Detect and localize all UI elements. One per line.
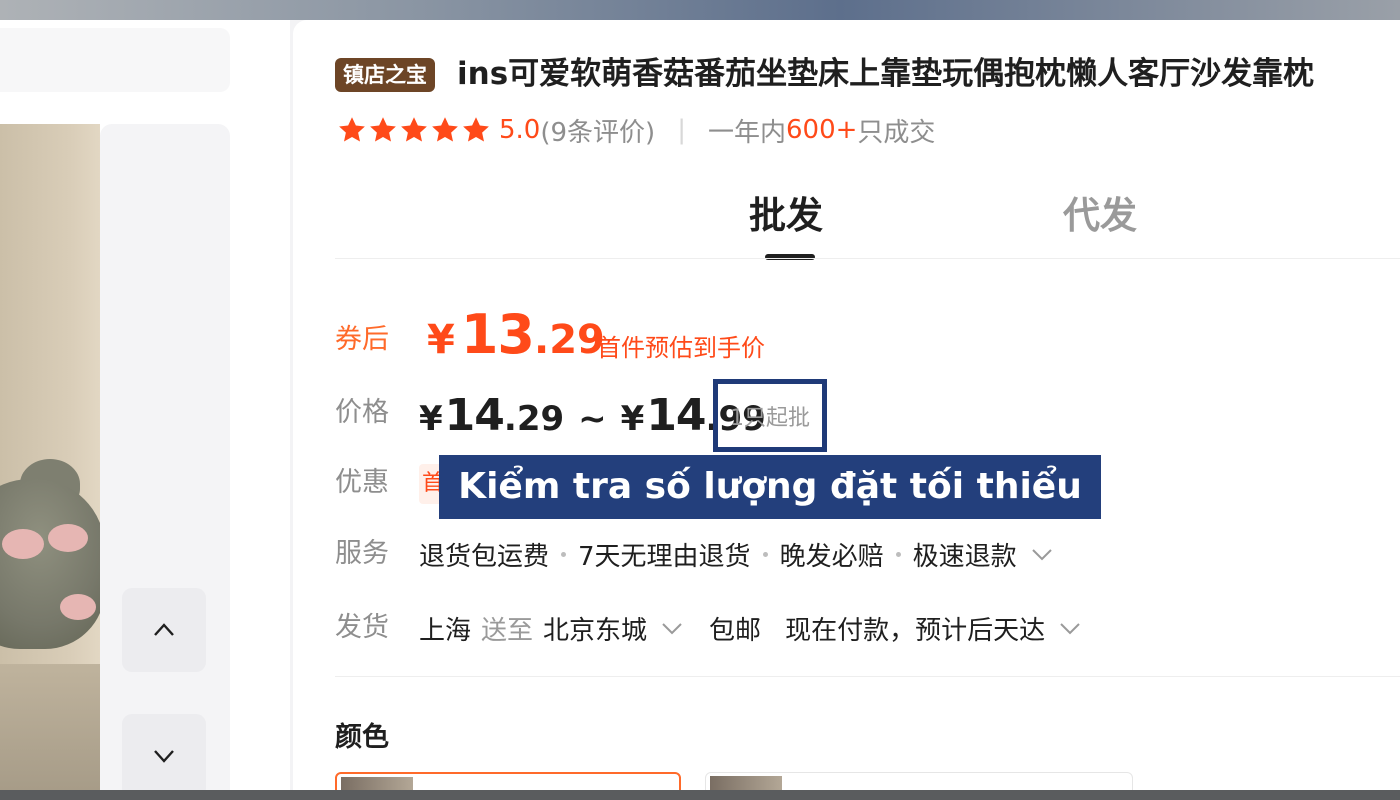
review-count-link[interactable]: (9条评价) (540, 112, 655, 149)
video-caption: Kiểm tra số lượng đặt tối thiểu (439, 455, 1101, 519)
service-list[interactable]: 退货包运费 7天无理由退货 晚发必赔 极速退款 (419, 535, 1055, 573)
screenshot-frame: 镇店之宝 ins可爱软萌香菇番茄坐垫床上靠垫玩偶抱枕懒人客厅沙发靠枕 5.0 (… (0, 20, 1400, 790)
gallery-top-bar (0, 28, 230, 92)
separator-dot (762, 551, 768, 557)
currency-symbol: ¥ (427, 317, 455, 363)
thumbnail-up-button[interactable] (122, 588, 206, 672)
ship-from: 上海 (419, 615, 472, 646)
coupon-price-integer: 13 (460, 303, 535, 366)
chevron-down-icon (1031, 549, 1052, 561)
star-icon (339, 117, 365, 142)
window-top-strip (0, 0, 1400, 20)
color-option-thumbnail (341, 777, 413, 790)
chevron-down-icon (1060, 623, 1080, 635)
chevron-up-icon (154, 623, 174, 636)
store-treasure-badge: 镇店之宝 (335, 58, 435, 92)
star-icon (370, 117, 396, 142)
services-expand-button[interactable] (1029, 541, 1055, 567)
service-item: 晚发必赔 (779, 541, 884, 572)
ship-destination[interactable]: 北京东城 (543, 610, 647, 647)
price-label: 价格 (335, 397, 389, 428)
color-section-label: 颜色 (335, 722, 389, 753)
star-icon (401, 117, 427, 142)
min-order-highlight: 1只起批 (713, 379, 827, 452)
eta-expand-button[interactable] (1057, 615, 1083, 641)
coupon-price-decimal: .29 (534, 317, 605, 363)
tab-dropship[interactable]: 代发 (1063, 192, 1137, 240)
star-icon (463, 117, 489, 142)
shipping-label: 发货 (335, 612, 389, 643)
product-main-image[interactable] (0, 124, 100, 790)
paw-pad (2, 529, 44, 559)
price-range-separator: ~ (578, 399, 607, 439)
separator-dot (561, 551, 567, 557)
tab-wholesale[interactable]: 批发 (749, 192, 823, 240)
divider: | (677, 115, 686, 145)
service-item: 极速退款 (912, 541, 1017, 572)
cushion-shape (0, 479, 100, 649)
chevron-down-icon (154, 750, 174, 763)
paw-pad (60, 594, 96, 620)
delivery-eta: 现在付款，预计后天达 (785, 615, 1046, 646)
shipping-row: 上海 送至 北京东城 包邮 现在付款，预计后天达 (419, 609, 1083, 647)
currency-symbol: ¥ (620, 399, 645, 439)
coupon-price: ¥ 13 .29 (427, 303, 605, 366)
free-shipping: 包邮 (709, 615, 762, 646)
sales-count: 600+ (785, 115, 858, 145)
service-item: 退货包运费 (419, 541, 550, 572)
thumbnail-column (100, 124, 230, 790)
paw-pad (48, 524, 88, 552)
price-low-decimal: .29 (503, 399, 565, 439)
currency-symbol: ¥ (419, 399, 443, 439)
chevron-down-icon (662, 623, 682, 635)
separator-dot (895, 551, 901, 557)
min-order-text: 1只起批 (730, 405, 810, 431)
sales-prefix: 一年内 (707, 117, 786, 148)
divider (335, 258, 1400, 259)
price-high-integer: 14 (646, 390, 706, 441)
star-icon (432, 117, 458, 142)
product-title: ins可爱软萌香菇番茄坐垫床上靠垫玩偶抱枕懒人客厅沙发靠枕 (457, 56, 1315, 92)
color-option-thumbnail (710, 776, 782, 790)
service-item: 7天无理由退货 (578, 541, 751, 572)
rating-score: 5.0 (499, 115, 541, 145)
service-label: 服务 (335, 538, 389, 569)
sales-suffix: 只成交 (857, 117, 936, 148)
product-info-panel: 镇店之宝 ins可爱软萌香菇番茄坐垫床上靠垫玩偶抱枕懒人客厅沙发靠枕 5.0 (… (293, 20, 1400, 790)
rating-row: 5.0 (9条评价) | 一年内 600+ 只成交 (337, 112, 935, 148)
coupon-price-note: 首件预估到手价 (597, 334, 765, 362)
price-low-integer: 14 (444, 390, 505, 441)
color-option-selected[interactable] (335, 772, 681, 790)
photo-floor (0, 664, 100, 790)
divider (335, 676, 1400, 677)
coupon-price-label: 券后 (335, 324, 389, 355)
color-option[interactable] (705, 772, 1133, 790)
window-bottom-strip (0, 790, 1400, 800)
destination-dropdown-button[interactable] (659, 615, 685, 641)
rating-stars (337, 115, 491, 145)
ship-to-label: 送至 (481, 615, 534, 646)
promo-label: 优惠 (335, 467, 389, 498)
active-tab-indicator (765, 254, 815, 260)
thumbnail-down-button[interactable] (122, 714, 206, 790)
